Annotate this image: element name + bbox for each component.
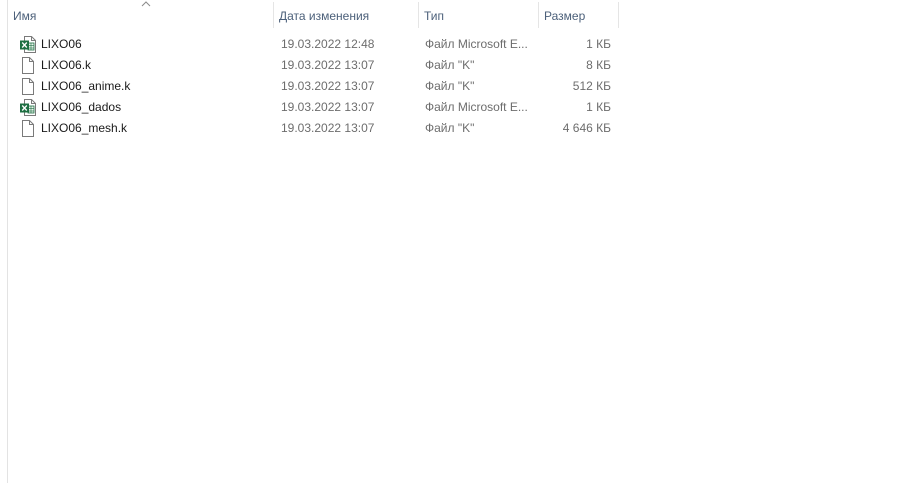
chevron-up-icon: [141, 1, 151, 7]
file-name: LIXO06: [41, 37, 82, 51]
file-type: Файл Microsoft E...: [425, 100, 528, 114]
column-header-type[interactable]: Тип: [419, 0, 539, 30]
file-name: LIXO06_mesh.k: [41, 121, 128, 135]
file-size: 512 КБ: [572, 79, 611, 93]
file-date: 19.03.2022 13:07: [281, 58, 375, 72]
file-explorer-details-view: Имя Дата изменения Тип Размер LIXO06 19.…: [0, 0, 911, 483]
file-date: 19.03.2022 13:07: [281, 100, 375, 114]
file-date: 19.03.2022 13:07: [281, 121, 375, 135]
file-row[interactable]: LIXO06_dados 19.03.2022 13:07 Файл Micro…: [8, 97, 620, 118]
generic-file-icon: [20, 78, 38, 96]
column-header-bar: Имя Дата изменения Тип Размер: [8, 0, 620, 30]
file-name: LIXO06.k: [41, 58, 92, 72]
file-date: 19.03.2022 13:07: [281, 79, 375, 93]
file-type: Файл "K": [425, 121, 475, 135]
file-type: Файл Microsoft E...: [425, 37, 528, 51]
generic-file-icon: [20, 57, 38, 75]
file-row[interactable]: LIXO06 19.03.2022 12:48 Файл Microsoft E…: [8, 34, 620, 55]
column-header-size[interactable]: Размер: [539, 0, 619, 30]
file-date: 19.03.2022 12:48: [281, 37, 375, 51]
file-type: Файл "K": [425, 79, 475, 93]
column-header-name-label: Имя: [13, 9, 37, 23]
file-size: 1 КБ: [586, 100, 611, 114]
file-size: 4 646 КБ: [562, 121, 611, 135]
generic-file-icon: [20, 120, 38, 138]
column-header-date[interactable]: Дата изменения: [274, 0, 419, 30]
excel-file-icon: [20, 36, 38, 54]
column-header-type-label: Тип: [424, 9, 445, 23]
column-header-size-label: Размер: [544, 9, 586, 23]
file-size: 1 КБ: [586, 37, 611, 51]
file-size: 8 КБ: [586, 58, 611, 72]
file-list: LIXO06 19.03.2022 12:48 Файл Microsoft E…: [8, 34, 620, 139]
file-row[interactable]: LIXO06_mesh.k 19.03.2022 13:07 Файл "K" …: [8, 118, 620, 139]
file-type: Файл "K": [425, 58, 475, 72]
file-row[interactable]: LIXO06_anime.k 19.03.2022 13:07 Файл "K"…: [8, 76, 620, 97]
excel-file-icon: [20, 99, 38, 117]
column-header-date-label: Дата изменения: [279, 9, 370, 23]
file-row[interactable]: LIXO06.k 19.03.2022 13:07 Файл "K" 8 КБ: [8, 55, 620, 76]
file-name: LIXO06_anime.k: [41, 79, 131, 93]
file-name: LIXO06_dados: [41, 100, 122, 114]
